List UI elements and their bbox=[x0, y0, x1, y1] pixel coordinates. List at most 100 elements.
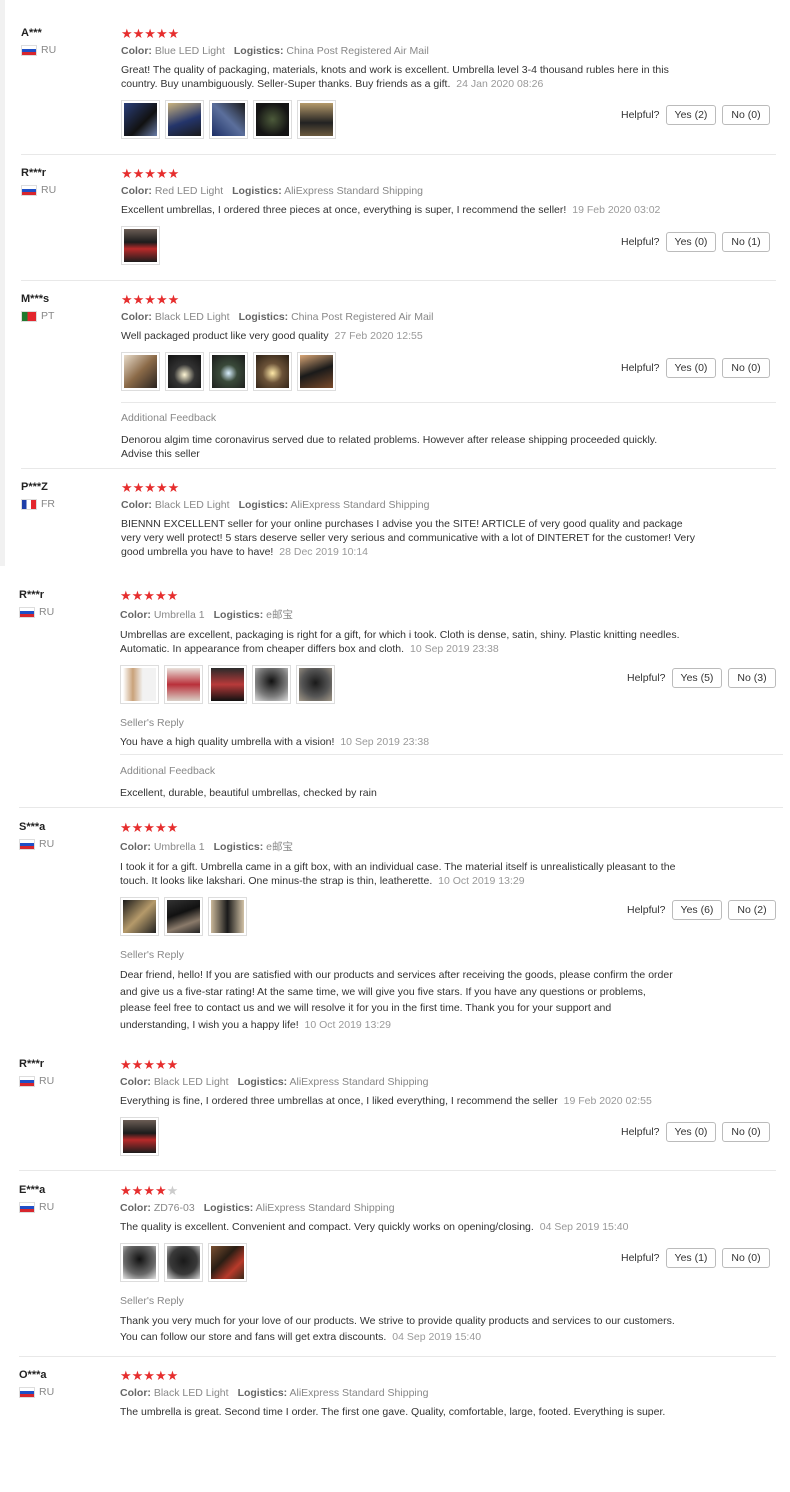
yes-button[interactable]: Yes (0) bbox=[665, 1122, 717, 1142]
seller-reply-content: Dear friend, hello! If you are satisfied… bbox=[120, 969, 673, 1031]
review-photo[interactable] bbox=[252, 665, 291, 704]
yes-button[interactable]: Yes (5) bbox=[671, 668, 723, 688]
review-photo[interactable] bbox=[253, 352, 292, 391]
review-photo[interactable] bbox=[121, 352, 160, 391]
helpful-vote: Helpful? Yes (1) No (0) bbox=[621, 1248, 770, 1268]
review-photo[interactable] bbox=[253, 100, 292, 139]
seller-reply-title: Seller's Reply bbox=[120, 949, 184, 961]
logistics-label: Logistics: bbox=[232, 185, 282, 197]
review-date: 10 Sep 2019 23:38 bbox=[409, 643, 499, 655]
reviewer-info: O***a RU bbox=[19, 1369, 109, 1398]
review-text: I took it for a gift. Umbrella came in a… bbox=[120, 860, 695, 888]
color-value: Black LED Light bbox=[154, 311, 230, 323]
logistics-value: China Post Registered Air Mail bbox=[291, 311, 434, 323]
color-label: Color: bbox=[120, 1076, 151, 1088]
review-text: Well packaged product like very good qua… bbox=[121, 329, 701, 343]
reply-date: 10 Oct 2019 13:29 bbox=[304, 1018, 391, 1031]
logistics-value: China Post Registered Air Mail bbox=[286, 45, 429, 57]
additional-feedback-title: Additional Feedback bbox=[120, 765, 216, 777]
helpful-label: Helpful? bbox=[621, 362, 660, 374]
review-photo[interactable] bbox=[296, 665, 335, 704]
yes-button[interactable]: Yes (1) bbox=[665, 1248, 717, 1268]
review-photo[interactable] bbox=[121, 226, 160, 265]
review-photo[interactable] bbox=[164, 1243, 203, 1282]
helpful-vote: Helpful? Yes (5) No (3) bbox=[627, 668, 776, 688]
yes-button[interactable]: Yes (0) bbox=[665, 232, 717, 252]
no-button[interactable]: No (0) bbox=[722, 105, 770, 125]
reviewer-info: A*** RU bbox=[21, 27, 111, 56]
no-button[interactable]: No (2) bbox=[728, 900, 776, 920]
review-photo[interactable] bbox=[208, 665, 247, 704]
review-date: 04 Sep 2019 15:40 bbox=[539, 1221, 629, 1233]
reviewer-name: S***a bbox=[19, 821, 46, 833]
additional-feedback-title: Additional Feedback bbox=[121, 412, 217, 424]
review-photo[interactable] bbox=[208, 1243, 247, 1282]
review-meta: Color: Blue LED Light Logistics: China Po… bbox=[121, 45, 701, 57]
star-rating: ★★★★★ bbox=[120, 588, 179, 603]
helpful-label: Helpful? bbox=[627, 672, 666, 684]
review-body: ★★★★★ Color: Umbrella 1 Logistics: e邮宝 Um… bbox=[120, 589, 700, 749]
country-code: RU bbox=[41, 44, 57, 56]
reviewer-country: RU bbox=[21, 184, 111, 196]
no-button[interactable]: No (3) bbox=[728, 668, 776, 688]
divider bbox=[21, 154, 776, 155]
review-photos bbox=[121, 100, 701, 139]
review-photo[interactable] bbox=[120, 1117, 159, 1156]
no-button[interactable]: No (0) bbox=[722, 358, 770, 378]
star-rating: ★★★★★ bbox=[121, 26, 180, 41]
reviewer-name: R***r bbox=[21, 167, 47, 179]
color-label: Color: bbox=[120, 1387, 151, 1399]
review-date: 24 Jan 2020 08:26 bbox=[456, 78, 544, 90]
no-button[interactable]: No (0) bbox=[722, 1122, 770, 1142]
reply-date: 10 Sep 2019 23:38 bbox=[340, 736, 430, 748]
review-photo[interactable] bbox=[297, 100, 336, 139]
review-date: 28 Dec 2019 10:14 bbox=[279, 546, 369, 558]
divider bbox=[120, 754, 783, 755]
reply-date: 04 Sep 2019 15:40 bbox=[392, 1331, 482, 1343]
review-photo[interactable] bbox=[208, 897, 247, 936]
divider bbox=[121, 402, 776, 403]
review-photo[interactable] bbox=[164, 897, 203, 936]
review-photos bbox=[121, 352, 701, 391]
divider bbox=[19, 1356, 776, 1357]
country-code: RU bbox=[41, 184, 57, 196]
review-photo[interactable] bbox=[121, 100, 160, 139]
review-text: BIENNN EXCELLENT seller for your online … bbox=[121, 517, 696, 559]
yes-button[interactable]: Yes (6) bbox=[671, 900, 723, 920]
no-button[interactable]: No (1) bbox=[722, 232, 770, 252]
review-photo[interactable] bbox=[165, 352, 204, 391]
divider bbox=[19, 1170, 776, 1171]
reviewer-country: RU bbox=[19, 1386, 109, 1398]
review-text: The quality is excellent. Convenient and… bbox=[120, 1220, 760, 1234]
logistics-value: e邮宝 bbox=[266, 841, 293, 853]
review-photo[interactable] bbox=[209, 352, 248, 391]
review-photo[interactable] bbox=[120, 897, 159, 936]
review-content: The quality is excellent. Convenient and… bbox=[120, 1221, 534, 1233]
review-body: ★★★★★ Color: Umbrella 1 Logistics: e邮宝 I … bbox=[120, 821, 695, 1033]
flag-ru-icon bbox=[21, 184, 37, 196]
helpful-vote: Helpful? Yes (6) No (2) bbox=[627, 900, 776, 920]
flag-ru-icon bbox=[19, 606, 35, 618]
yes-button[interactable]: Yes (2) bbox=[665, 105, 717, 125]
review-content: Everything is fine, I ordered three umbr… bbox=[120, 1095, 558, 1107]
logistics-label: Logistics: bbox=[203, 1202, 254, 1214]
divider bbox=[21, 280, 776, 281]
flag-ru-icon bbox=[19, 838, 35, 850]
review-content: Excellent umbrellas, I ordered three pie… bbox=[121, 204, 567, 216]
left-scroll-track bbox=[0, 0, 5, 566]
flag-fr-icon bbox=[21, 498, 37, 510]
no-button[interactable]: No (0) bbox=[722, 1248, 770, 1268]
review-photo[interactable] bbox=[164, 665, 203, 704]
flag-ru-icon bbox=[19, 1075, 35, 1087]
review-content: Umbrellas are excellent, packaging is ri… bbox=[120, 629, 680, 655]
review-photo[interactable] bbox=[209, 100, 248, 139]
review-photo[interactable] bbox=[165, 100, 204, 139]
reviewer-name: O***a bbox=[19, 1369, 47, 1381]
logistics-value: e邮宝 bbox=[266, 609, 293, 621]
yes-button[interactable]: Yes (0) bbox=[665, 358, 717, 378]
review-photo[interactable] bbox=[120, 1243, 159, 1282]
review-photo[interactable] bbox=[120, 665, 159, 704]
color-value: Black LED Light bbox=[153, 1076, 229, 1088]
review-photo[interactable] bbox=[297, 352, 336, 391]
logistics-value: AliExpress Standard Shipping bbox=[255, 1202, 395, 1214]
